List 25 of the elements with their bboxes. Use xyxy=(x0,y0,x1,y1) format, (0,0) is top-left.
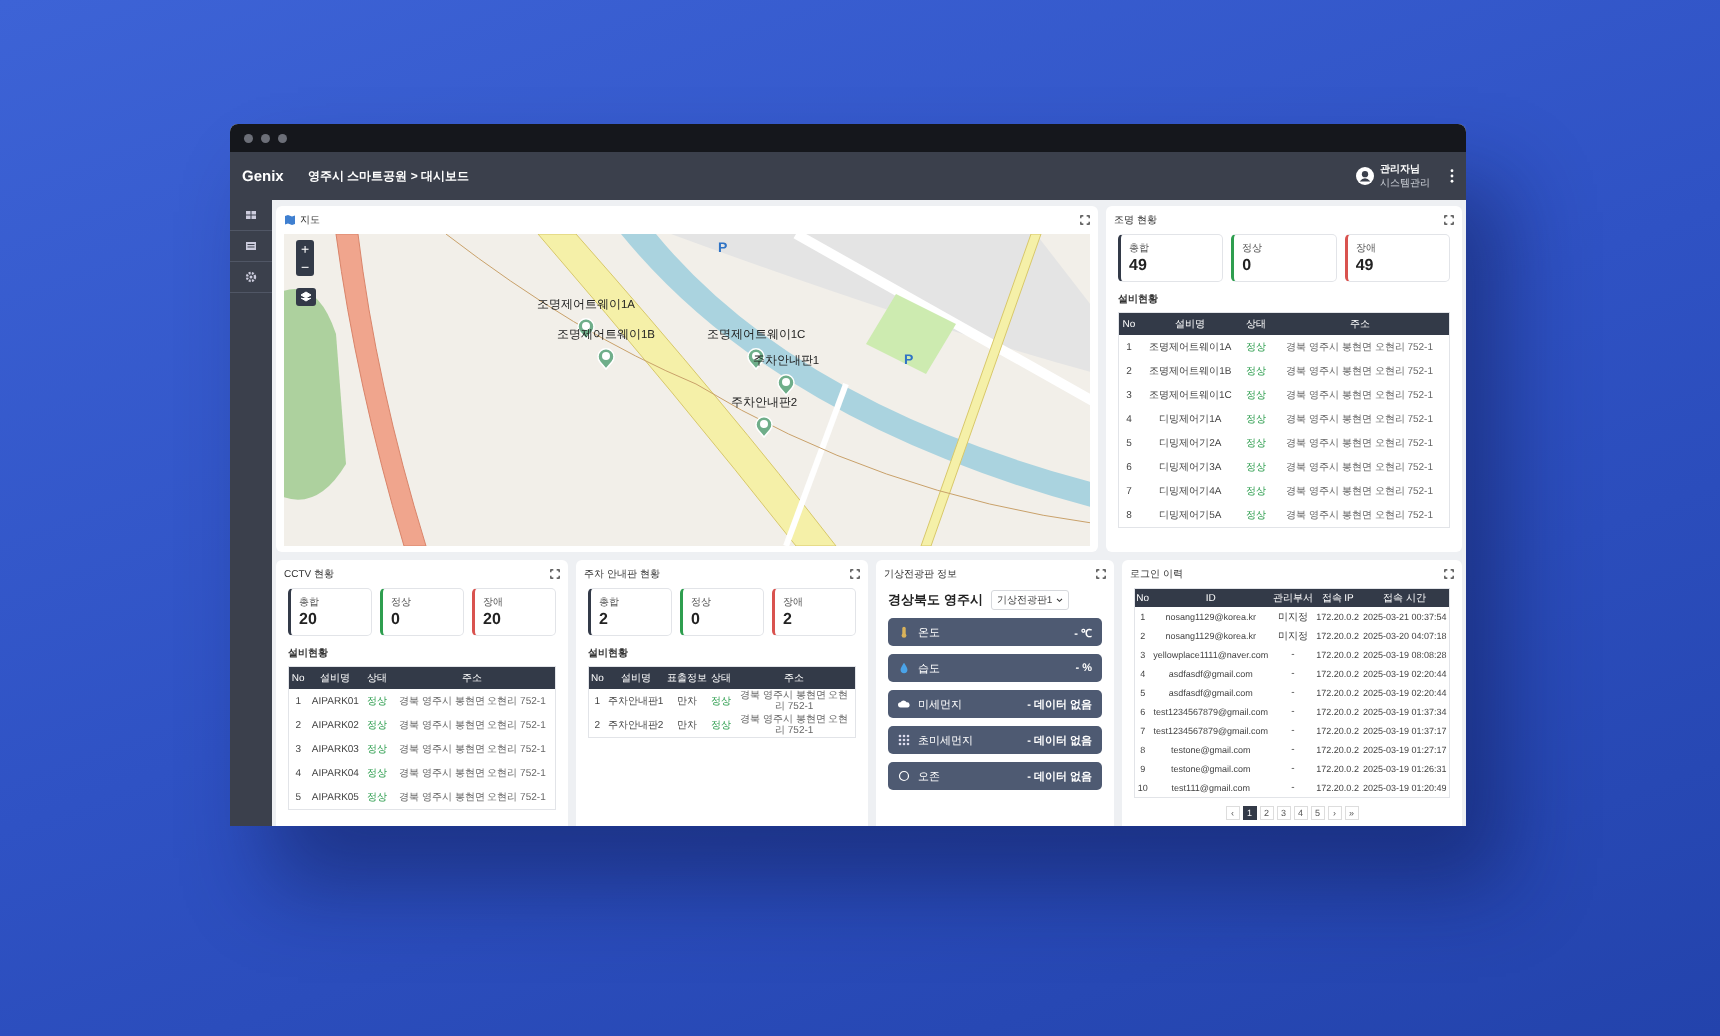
stat-value: 2 xyxy=(599,611,610,629)
card-icon[interactable] xyxy=(245,240,257,252)
user-icon[interactable] xyxy=(1356,167,1374,185)
thermometer-icon xyxy=(898,626,910,638)
stat-value: 0 xyxy=(1242,257,1254,275)
stat-value: 0 xyxy=(391,611,402,629)
map-marker[interactable] xyxy=(755,415,773,438)
gear-icon[interactable] xyxy=(245,271,257,283)
window-dot[interactable] xyxy=(278,133,287,143)
map-icon xyxy=(284,214,296,226)
stat-value: 0 xyxy=(691,611,702,629)
window-dot[interactable] xyxy=(244,133,253,143)
map-marker[interactable] xyxy=(597,347,615,370)
stat-value: 49 xyxy=(1355,257,1376,275)
stat-value: 2 xyxy=(783,611,794,629)
window-dot[interactable] xyxy=(261,133,270,143)
stat-value: 20 xyxy=(483,611,503,629)
droplet-icon xyxy=(898,662,910,674)
stat-value: 49 xyxy=(1129,257,1149,275)
stat-value: 20 xyxy=(299,611,319,629)
cloud-icon xyxy=(898,698,910,710)
grid-icon[interactable] xyxy=(245,209,257,221)
map-marker[interactable] xyxy=(777,373,795,396)
layers-button[interactable] xyxy=(296,288,316,306)
dust-icon xyxy=(898,734,910,746)
